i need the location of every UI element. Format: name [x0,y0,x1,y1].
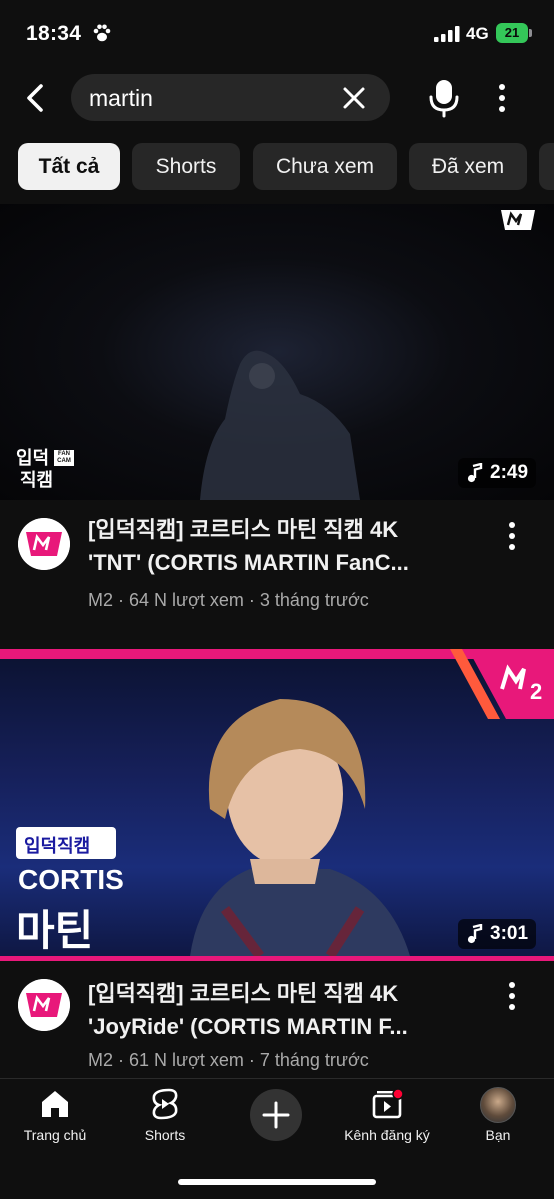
duration-badge: 2:49 [458,458,537,488]
nav-you[interactable]: Bạn [448,1087,548,1149]
nav-home-label: Trang chủ [23,1127,87,1143]
nav-home[interactable]: Trang chủ [5,1087,105,1149]
status-time: 18:34 [26,22,82,45]
video-more-icon[interactable] [500,518,524,554]
bottom-navigation: Trang chủ Shorts Kênh đăng ký Bạn [0,1078,554,1199]
chip-unwatched[interactable]: Chưa xem [253,143,397,190]
more-options-icon[interactable] [486,78,518,118]
fancam-badge: 입덕 직캠 FAN CAM [16,444,76,490]
back-arrow-icon[interactable] [16,78,56,118]
home-indicator [178,1179,376,1185]
channel-avatar[interactable] [18,518,70,570]
create-button[interactable] [250,1089,302,1141]
status-bar: 18:34 4G 21 [0,0,554,66]
video-meta: M2 · 64 N lượt xem · 3 tháng trước [88,590,369,610]
search-input[interactable]: martin [71,74,390,121]
battery-level: 21 [496,23,528,43]
chip-all[interactable]: Tất cả [18,143,120,190]
music-note-icon [467,924,483,944]
overlay-group-name: CORTIS [18,864,124,895]
duration-badge: 3:01 [458,919,537,949]
paw-icon [93,24,111,42]
nav-subscriptions[interactable]: Kênh đăng ký [337,1087,437,1149]
nav-shorts-label: Shorts [144,1127,186,1143]
m2-logo-icon [501,210,535,230]
chip-overflow[interactable] [539,143,554,190]
search-query: martin [89,85,153,111]
home-icon [42,1091,68,1117]
fancam-tag: 입덕직캠 [16,827,116,859]
clear-icon[interactable] [339,83,369,113]
plus-icon [262,1101,290,1129]
avatar [480,1087,516,1123]
chip-shorts[interactable]: Shorts [132,143,240,190]
m2-channel-logo-icon [18,979,70,1031]
nav-shorts[interactable]: Shorts [115,1087,215,1149]
video-more-icon[interactable] [500,978,524,1014]
m2-channel-logo-icon [18,518,70,570]
cellular-signal-icon [434,26,460,42]
overlay-member-name: 마틴 [16,907,94,954]
nav-subscriptions-label: Kênh đăng ký [344,1127,430,1143]
music-note-icon [467,463,483,483]
brand-stripe [0,956,554,961]
video-thumbnail[interactable]: 입덕 직캠 FAN CAM 2:49 [0,204,554,500]
channel-avatar[interactable] [18,979,70,1031]
video-title[interactable]: [입덕직캠] 코르티스 마틴 직캠 4K 'TNT' (CORTIS MARTI… [88,513,488,579]
video-meta: M2 · 61 N lượt xem · 7 tháng trước [88,1050,369,1070]
chip-watched[interactable]: Đã xem [409,143,527,190]
filter-chips: Tất cả Shorts Chưa xem Đã xem [0,143,554,191]
shorts-icon [152,1088,178,1120]
video-title[interactable]: [입덕직캠] 코르티스 마틴 직캠 4K 'JoyRide' (CORTIS M… [88,977,488,1043]
video-thumbnail[interactable]: 2 입덕직캠 CORTIS 마틴 3:01 [0,649,554,961]
network-type: 4G [466,24,489,43]
subscriptions-icon [372,1088,404,1119]
performer-silhouette [200,350,360,500]
search-header: martin [0,70,554,126]
battery-icon: 21 [496,23,532,43]
microphone-icon[interactable] [424,76,464,120]
nav-you-label: Bạn [485,1127,511,1143]
battery-tip [529,29,532,37]
